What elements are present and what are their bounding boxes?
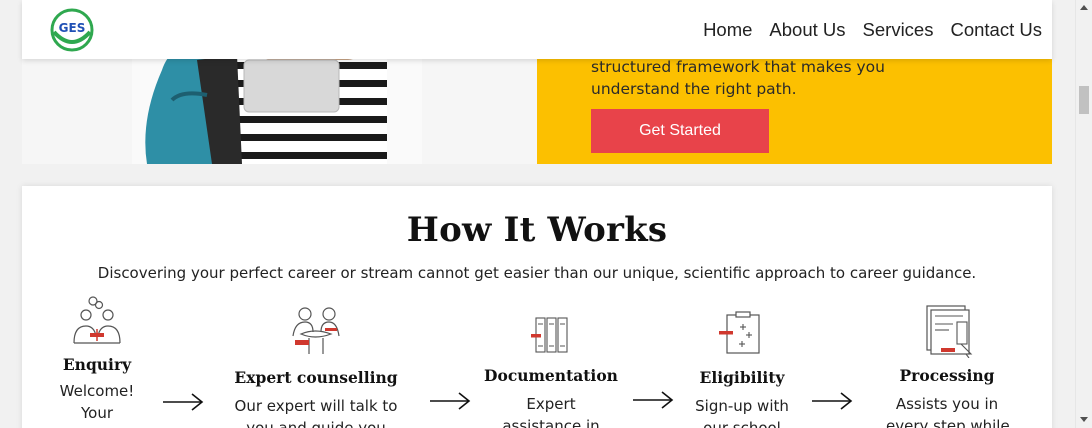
get-started-button[interactable]: Get Started xyxy=(591,109,769,153)
ges-logo[interactable]: GES xyxy=(50,8,94,52)
step-processing: Processing Assists you in every step whi… xyxy=(886,304,1010,428)
section-title: How It Works xyxy=(406,210,668,250)
step-expert-counselling: Expert counselling Our expert will talk … xyxy=(226,306,406,428)
people-chat-icon xyxy=(73,296,121,344)
step-desc-line: Welcome! xyxy=(59,382,135,400)
step-desc-line: assistance in xyxy=(502,417,600,428)
step-desc-line: our school xyxy=(703,419,781,428)
nav-home-link[interactable]: Home xyxy=(703,19,752,41)
step-title: Enquiry xyxy=(62,355,132,374)
hero-text-line: understand the right path. xyxy=(591,80,797,98)
section-subtitle: Discovering your perfect career or strea… xyxy=(97,264,977,282)
processing-icon xyxy=(926,305,973,358)
hero-text-line: structured framework that makes you xyxy=(591,58,885,76)
step-eligibility: Eligibility Sign-up with our school xyxy=(686,311,798,428)
arrow-right-icon xyxy=(163,393,204,411)
page-scrollbar[interactable] xyxy=(1075,0,1092,428)
step-title: Expert counselling xyxy=(234,368,398,387)
documents-icon xyxy=(531,317,568,353)
scroll-down-arrow-icon[interactable] xyxy=(1080,417,1088,422)
counselling-icon xyxy=(292,307,340,354)
step-desc-line: Assists you in xyxy=(895,395,999,413)
scroll-up-arrow-icon[interactable] xyxy=(1080,5,1088,10)
hero-text: structured framework that makes you unde… xyxy=(591,56,911,100)
scroll-thumb[interactable] xyxy=(1079,86,1089,114)
step-documentation: Documentation Expert assistance in xyxy=(481,316,621,428)
step-title: Documentation xyxy=(484,366,618,385)
arrow-right-icon xyxy=(812,392,853,410)
step-desc-line: Our expert will talk to xyxy=(234,397,398,415)
step-desc-line: Sign-up with xyxy=(695,397,789,415)
nav-contact-link[interactable]: Contact Us xyxy=(950,19,1042,41)
step-desc-line: you and guide you xyxy=(246,419,386,428)
nav-about-link[interactable]: About Us xyxy=(769,19,845,41)
step-title: Eligibility xyxy=(699,368,785,387)
site-header: GES Home About Us Services Contact Us xyxy=(22,0,1052,59)
how-it-works-section: How It Works Discovering your perfect ca… xyxy=(22,186,1052,428)
step-desc-line: Your xyxy=(80,404,114,422)
step-title: Processing xyxy=(899,366,995,385)
logo-text: GES xyxy=(59,21,86,35)
step-enquiry: Enquiry Welcome! Your xyxy=(52,296,142,424)
arrow-right-icon xyxy=(633,391,674,409)
step-desc-line: Expert xyxy=(526,395,576,413)
nav-services-link[interactable]: Services xyxy=(863,19,934,41)
step-desc-line: every step while xyxy=(886,417,1010,428)
arrow-right-icon xyxy=(430,392,471,410)
checklist-icon xyxy=(719,311,760,354)
main-nav: Home About Us Services Contact Us xyxy=(686,19,1042,41)
